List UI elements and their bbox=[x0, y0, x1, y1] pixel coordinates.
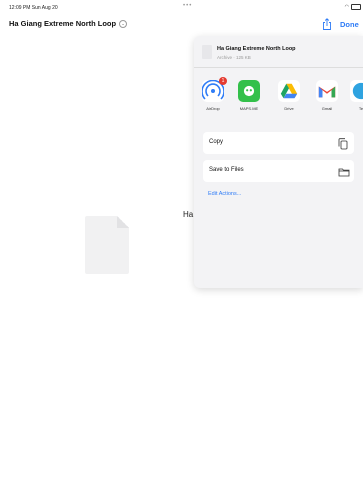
copy-action[interactable]: Copy bbox=[203, 132, 354, 154]
share-app-mapsme[interactable]: MAPS.ME bbox=[234, 80, 264, 111]
file-meta: Archive · 125 KB bbox=[217, 55, 251, 60]
document-name-partial: Ha bbox=[183, 210, 194, 219]
share-app-gmail[interactable]: Gmail bbox=[312, 80, 342, 111]
status-time: 12:09 PM Sun Aug 20 bbox=[9, 5, 58, 11]
folder-icon bbox=[338, 165, 350, 177]
chevron-down-icon: ⌄ bbox=[119, 19, 128, 28]
edit-actions-link[interactable]: Edit Actions... bbox=[208, 191, 241, 197]
telegram-icon bbox=[350, 80, 363, 102]
mapsme-icon bbox=[238, 80, 260, 102]
share-app-drive[interactable]: Drive bbox=[274, 80, 304, 111]
gmail-icon bbox=[316, 80, 338, 102]
airdrop-icon: 1 bbox=[202, 77, 227, 102]
file-name: Ha Giang Extreme North Loop bbox=[217, 46, 296, 52]
wifi-icon: ◠ bbox=[344, 4, 349, 10]
share-sheet: Ha Giang Extreme North Loop Archive · 12… bbox=[194, 36, 363, 288]
share-sheet-header: Ha Giang Extreme North Loop Archive · 12… bbox=[194, 36, 363, 68]
save-to-files-label: Save to Files bbox=[209, 167, 244, 173]
share-app-label: MAPS.ME bbox=[239, 106, 259, 111]
copy-icon bbox=[338, 137, 348, 150]
share-app-label: Drive bbox=[284, 106, 294, 111]
battery-icon bbox=[351, 4, 361, 10]
file-thumbnail-icon bbox=[202, 45, 212, 59]
share-app-label: AirDrop bbox=[206, 106, 220, 111]
status-icons: ◠ bbox=[345, 4, 361, 10]
share-apps-row: 1 AirDrop MAPS.ME Drive Gmail Te bbox=[194, 77, 363, 120]
status-bar: 12:09 PM Sun Aug 20 ••• ◠ bbox=[0, 0, 363, 14]
share-app-telegram[interactable]: Te bbox=[346, 80, 363, 111]
document-title: Ha Giang Extreme North Loop bbox=[9, 19, 117, 28]
document-title-menu[interactable]: Ha Giang Extreme North Loop ⌄ bbox=[9, 19, 128, 28]
share-app-label: Te bbox=[358, 106, 363, 111]
copy-label: Copy bbox=[209, 139, 224, 145]
multitasking-dots[interactable]: ••• bbox=[183, 3, 192, 9]
done-button[interactable]: Done bbox=[340, 20, 359, 29]
share-app-label: Gmail bbox=[321, 106, 333, 111]
google-drive-icon bbox=[278, 80, 300, 102]
notification-badge: 1 bbox=[219, 77, 227, 85]
share-app-airdrop[interactable]: 1 AirDrop bbox=[198, 77, 228, 111]
document-icon bbox=[85, 216, 129, 274]
share-icon[interactable] bbox=[322, 17, 332, 30]
save-to-files-action[interactable]: Save to Files bbox=[203, 160, 354, 182]
